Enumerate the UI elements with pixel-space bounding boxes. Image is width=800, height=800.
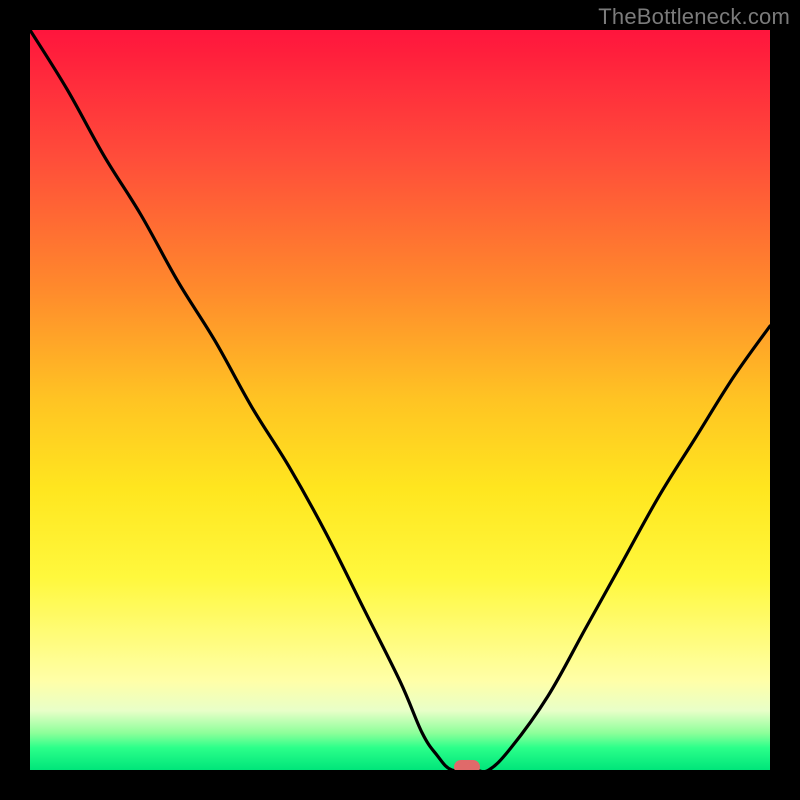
- watermark-text: TheBottleneck.com: [598, 4, 790, 30]
- optimal-point-marker: [454, 760, 480, 770]
- plot-area: [30, 30, 770, 770]
- bottleneck-curve: [30, 30, 770, 770]
- chart-frame: TheBottleneck.com: [0, 0, 800, 800]
